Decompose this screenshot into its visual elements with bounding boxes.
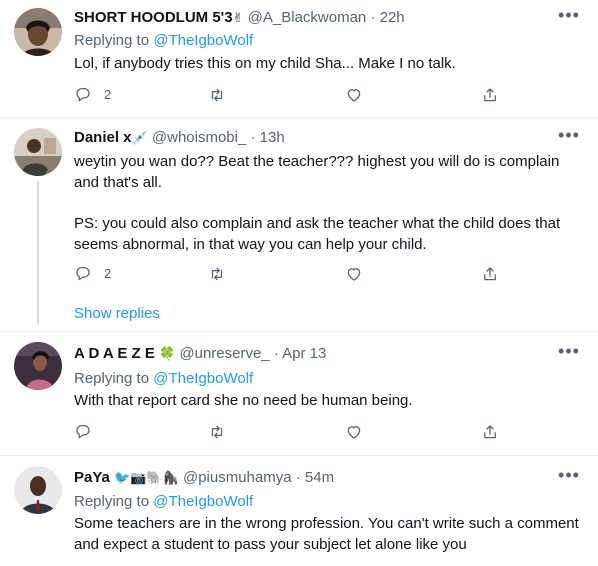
- separator-dot: ·: [370, 9, 376, 26]
- replying-to-label: Replying to: [74, 32, 150, 49]
- more-icon[interactable]: •••: [558, 126, 580, 148]
- tweet-text: Lol, if anybody tries this on my child S…: [74, 53, 579, 74]
- display-name[interactable]: PaYa: [74, 469, 110, 486]
- separator-dot: ·: [273, 345, 279, 362]
- user-handle[interactable]: @unreserve_: [179, 345, 269, 362]
- tweet-item[interactable]: SHORT HOODLUM 5'3✌ @A_Blackwoman · 22h •…: [0, 0, 598, 119]
- replying-to: Replying to @TheIgboWolf: [74, 31, 253, 51]
- display-name[interactable]: A D A E Z E: [74, 345, 155, 362]
- reply-icon: [76, 87, 90, 102]
- tweet-header: PaYa 🐦📷🐘🦍 @piusmuhamya · 54m: [74, 468, 334, 488]
- name-emoji: 🐦📷🐘🦍: [114, 470, 179, 485]
- reply-count: 2: [104, 87, 112, 102]
- mention-link[interactable]: @TheIgboWolf: [153, 493, 253, 510]
- tweet-item[interactable]: Daniel x💉 @whoismobi_ · 13h ••• weytin y…: [0, 119, 598, 332]
- share-button[interactable]: [481, 85, 499, 105]
- retweet-icon: [211, 267, 223, 281]
- tweet-text: With that report card she no need be hum…: [74, 390, 579, 411]
- tweet-paragraph: With that report card she no need be hum…: [74, 392, 413, 409]
- name-emoji: 💉: [131, 130, 148, 145]
- replying-to: Replying to @TheIgboWolf: [74, 369, 253, 389]
- timestamp[interactable]: 22h: [380, 9, 405, 26]
- share-button[interactable]: [481, 264, 499, 284]
- avatar-image: [14, 8, 62, 56]
- like-button[interactable]: [345, 422, 363, 442]
- share-icon: [484, 88, 496, 102]
- reply-icon: [76, 424, 90, 439]
- name-emoji: ✌: [232, 10, 244, 25]
- reply-icon: [76, 266, 90, 281]
- share-icon: [484, 425, 496, 439]
- tweet-header: Daniel x💉 @whoismobi_ · 13h: [74, 128, 285, 148]
- reply-button[interactable]: 2: [74, 85, 111, 105]
- reply-count: 2: [104, 266, 112, 281]
- action-bar: [74, 422, 514, 442]
- tweet-header: A D A E Z E 🍀 @unreserve_ · Apr 13: [74, 344, 326, 364]
- timestamp[interactable]: 54m: [305, 469, 334, 486]
- timestamp[interactable]: 13h: [260, 129, 285, 146]
- retweet-icon: [211, 88, 223, 102]
- like-button[interactable]: [345, 85, 363, 105]
- avatar[interactable]: [14, 128, 62, 176]
- user-handle[interactable]: @A_Blackwoman: [248, 9, 367, 26]
- action-bar: 2: [74, 264, 514, 284]
- avatar-image: [14, 342, 62, 390]
- like-icon: [347, 268, 361, 281]
- mention-link[interactable]: @TheIgboWolf: [153, 370, 253, 387]
- avatar[interactable]: [14, 342, 62, 390]
- more-icon[interactable]: •••: [558, 342, 580, 364]
- user-handle[interactable]: @piusmuhamya: [183, 469, 292, 486]
- retweet-button[interactable]: [208, 85, 226, 105]
- separator-dot: ·: [250, 129, 256, 146]
- avatar-image: [14, 128, 62, 176]
- replying-to-label: Replying to: [74, 493, 150, 510]
- timestamp[interactable]: Apr 13: [282, 345, 326, 362]
- avatar[interactable]: [14, 8, 62, 56]
- avatar[interactable]: [14, 466, 62, 514]
- reply-button[interactable]: 2: [74, 264, 111, 284]
- avatar-image: [14, 466, 62, 514]
- like-icon: [347, 426, 361, 439]
- tweet-header: SHORT HOODLUM 5'3✌ @A_Blackwoman · 22h: [74, 8, 405, 28]
- tweet-item[interactable]: PaYa 🐦📷🐘🦍 @piusmuhamya · 54m ••• Replyin…: [0, 456, 598, 566]
- tweet-text: weytin you wan do?? Beat the teacher??? …: [74, 151, 579, 255]
- thread-line: [37, 181, 39, 324]
- show-replies-link[interactable]: Show replies: [74, 304, 160, 324]
- action-bar: 2: [74, 85, 514, 105]
- display-name[interactable]: SHORT HOODLUM 5'3: [74, 9, 233, 26]
- display-name[interactable]: Daniel x: [74, 129, 132, 146]
- tweet-paragraph: weytin you wan do?? Beat the teacher??? …: [74, 153, 560, 191]
- name-emoji: 🍀: [159, 346, 176, 361]
- replying-to-label: Replying to: [74, 370, 150, 387]
- retweet-button[interactable]: [208, 264, 226, 284]
- more-icon[interactable]: •••: [558, 466, 580, 488]
- tweet-text: Some teachers are in the wrong professio…: [74, 513, 579, 555]
- more-icon[interactable]: •••: [558, 6, 580, 28]
- share-button[interactable]: [481, 422, 499, 442]
- tweet-paragraph: Some teachers are in the wrong professio…: [74, 515, 579, 553]
- like-button[interactable]: [345, 264, 363, 284]
- tweet-paragraph: Lol, if anybody tries this on my child S…: [74, 55, 456, 72]
- share-icon: [484, 267, 496, 281]
- reply-button[interactable]: [74, 422, 92, 442]
- mention-link[interactable]: @TheIgboWolf: [153, 32, 253, 49]
- replying-to: Replying to @TheIgboWolf: [74, 492, 253, 512]
- user-handle[interactable]: @whoismobi_: [152, 129, 246, 146]
- like-icon: [347, 89, 361, 102]
- retweet-button[interactable]: [208, 422, 226, 442]
- tweet-paragraph: PS: you could also complain and ask the …: [74, 215, 561, 253]
- separator-dot: ·: [295, 469, 301, 486]
- tweet-item[interactable]: A D A E Z E 🍀 @unreserve_ · Apr 13 ••• R…: [0, 332, 598, 456]
- retweet-icon: [211, 425, 223, 439]
